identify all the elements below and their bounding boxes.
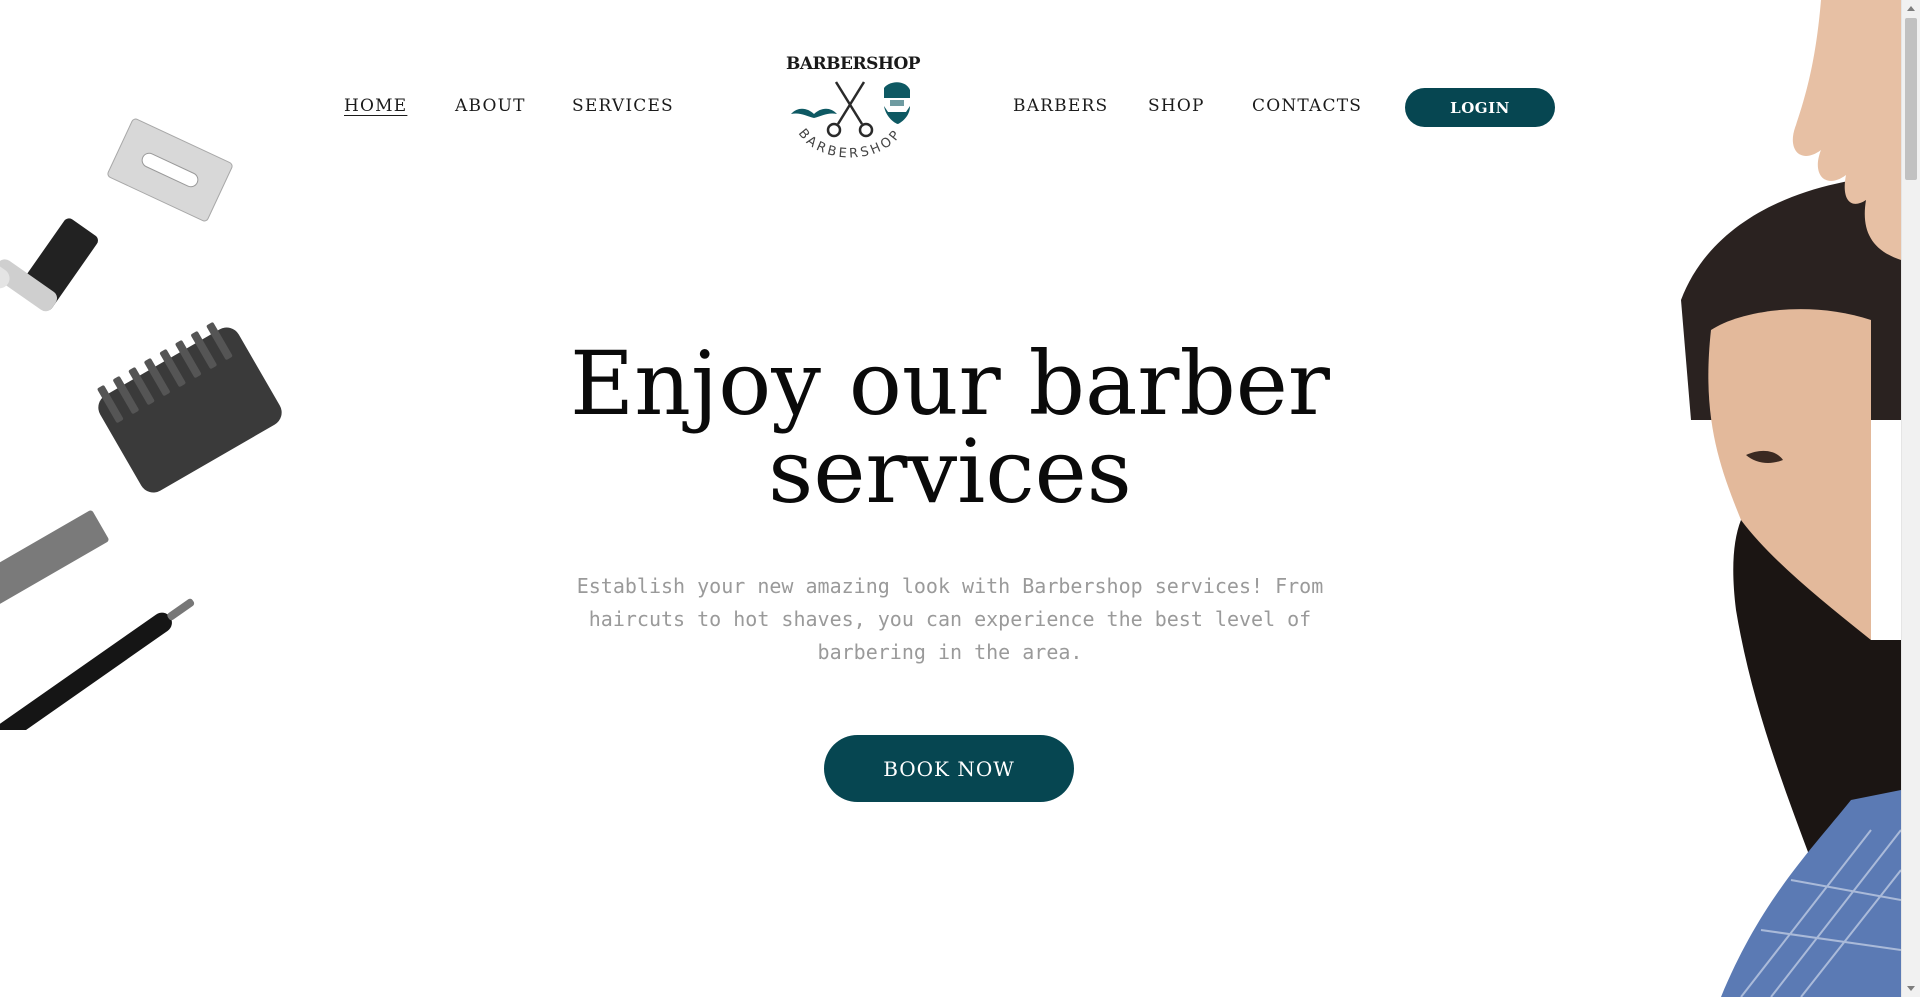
hero-description: Establish your new amazing look with Bar…	[576, 574, 1324, 664]
nav-barbers-link[interactable]: BARBERS	[1013, 96, 1108, 116]
scrollbar-thumb[interactable]	[1905, 18, 1917, 180]
bearded-man-icon	[884, 82, 910, 124]
page: HOME ABOUT SERVICES BARBERSHOP BARBERSHO…	[0, 0, 1901, 997]
bearded-man-image	[1681, 0, 1901, 997]
login-button[interactable]: LOGIN	[1405, 88, 1555, 127]
svg-text:BARBERSHOP: BARBERSHOP	[795, 126, 905, 162]
logo-arc-text: BARBERSHOP	[795, 126, 902, 162]
nav-services-link[interactable]: SERVICES	[572, 96, 674, 116]
vertical-scrollbar[interactable]	[1901, 0, 1920, 997]
nav-about-link[interactable]: ABOUT	[455, 96, 526, 116]
nav-shop-link[interactable]: SHOP	[1148, 96, 1205, 116]
logo-wordmark: BARBERSHOP	[786, 54, 921, 74]
scissors-icon	[826, 81, 874, 138]
barber-tools-image	[0, 118, 282, 730]
scroll-up-arrow-icon[interactable]	[1907, 6, 1915, 11]
mustache-icon	[791, 108, 837, 118]
hero-title: Enjoy our barber services	[500, 340, 1400, 516]
hero-title-line2: services	[768, 420, 1132, 523]
nav-home-link[interactable]: HOME	[344, 96, 407, 116]
site-logo[interactable]: BARBERSHOP BARBERSHOP	[786, 54, 921, 172]
book-now-button[interactable]: BOOK NOW	[824, 735, 1074, 802]
nav-contacts-link[interactable]: CONTACTS	[1252, 96, 1362, 116]
scroll-down-arrow-icon[interactable]	[1907, 986, 1915, 991]
